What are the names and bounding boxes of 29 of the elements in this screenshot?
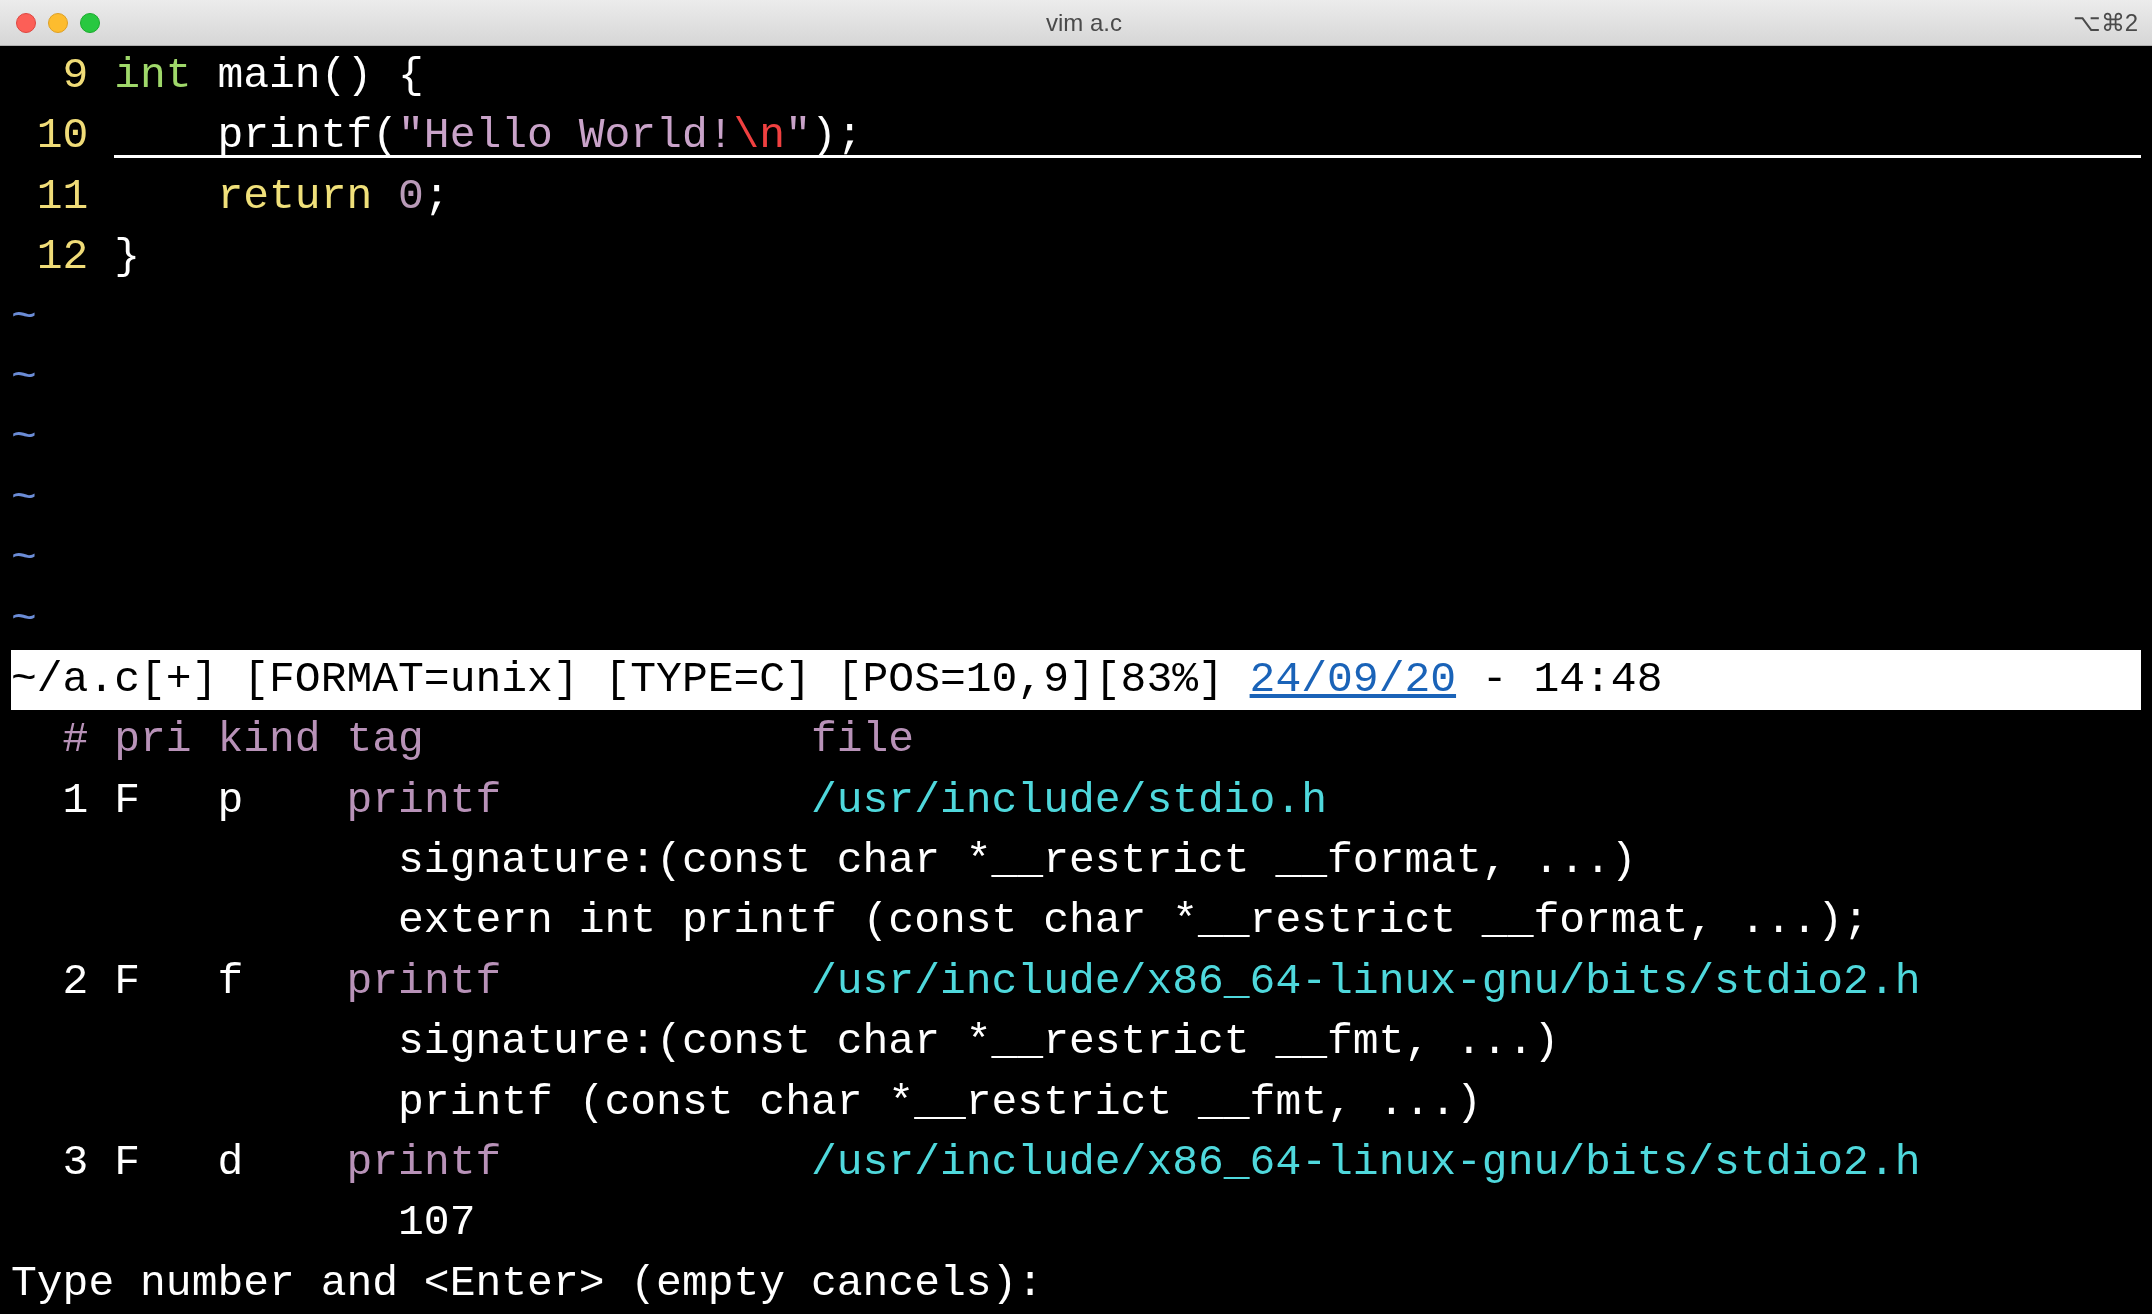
- tag-list-line[interactable]: 2 F f printf /usr/include/x86_64-linux-gnu/bits/stdio2.h: [11, 951, 1921, 1013]
- empty-line-marker: ~: [11, 472, 37, 525]
- zoom-button[interactable]: [80, 12, 100, 33]
- minimize-button[interactable]: [48, 12, 68, 33]
- shortcut-label: ⌥⌘2: [2072, 8, 2138, 36]
- empty-line-marker: ~: [11, 593, 37, 646]
- line-number: 12: [35, 231, 89, 284]
- tag-list-line[interactable]: extern int printf (const char *__restrict __format, ...);: [11, 891, 1869, 952]
- tag-list-line[interactable]: 3 F d printf /usr/include/x86_64-linux-gnu/bits/stdio2.h: [11, 1133, 1921, 1194]
- line-number: 9: [61, 50, 89, 102]
- empty-line-marker: ~: [11, 351, 37, 404]
- tag-list-line[interactable]: printf (const char *__restrict __fmt, ...): [11, 1072, 1482, 1134]
- code-line: return 0;: [216, 170, 450, 223]
- tag-list-line[interactable]: 1 F p printf /usr/include/stdio.h: [11, 770, 1328, 832]
- code-line: int main() {: [114, 50, 424, 102]
- empty-line-marker: ~: [11, 291, 37, 344]
- tag-list-line[interactable]: signature:(const char *__restrict __format, ...): [11, 831, 1637, 892]
- tag-list-line[interactable]: signature:(const char *__restrict __fmt, ...): [11, 1012, 1560, 1073]
- line-number: 10: [35, 110, 89, 163]
- prompt-text: Type number and <Enter> (empty cancels):: [11, 1257, 1044, 1310]
- window-title: vim a.c: [1046, 8, 1122, 36]
- code-line: }: [114, 231, 140, 284]
- line-number: 11: [35, 170, 89, 223]
- table-header: # pri kind tag file: [61, 714, 915, 767]
- close-button[interactable]: [16, 12, 36, 33]
- tag-list-line[interactable]: 107: [11, 1193, 476, 1254]
- code-line: printf("Hello World!\n");: [114, 106, 2141, 159]
- empty-line-marker: ~: [11, 412, 37, 465]
- empty-line-marker: ~: [11, 533, 37, 586]
